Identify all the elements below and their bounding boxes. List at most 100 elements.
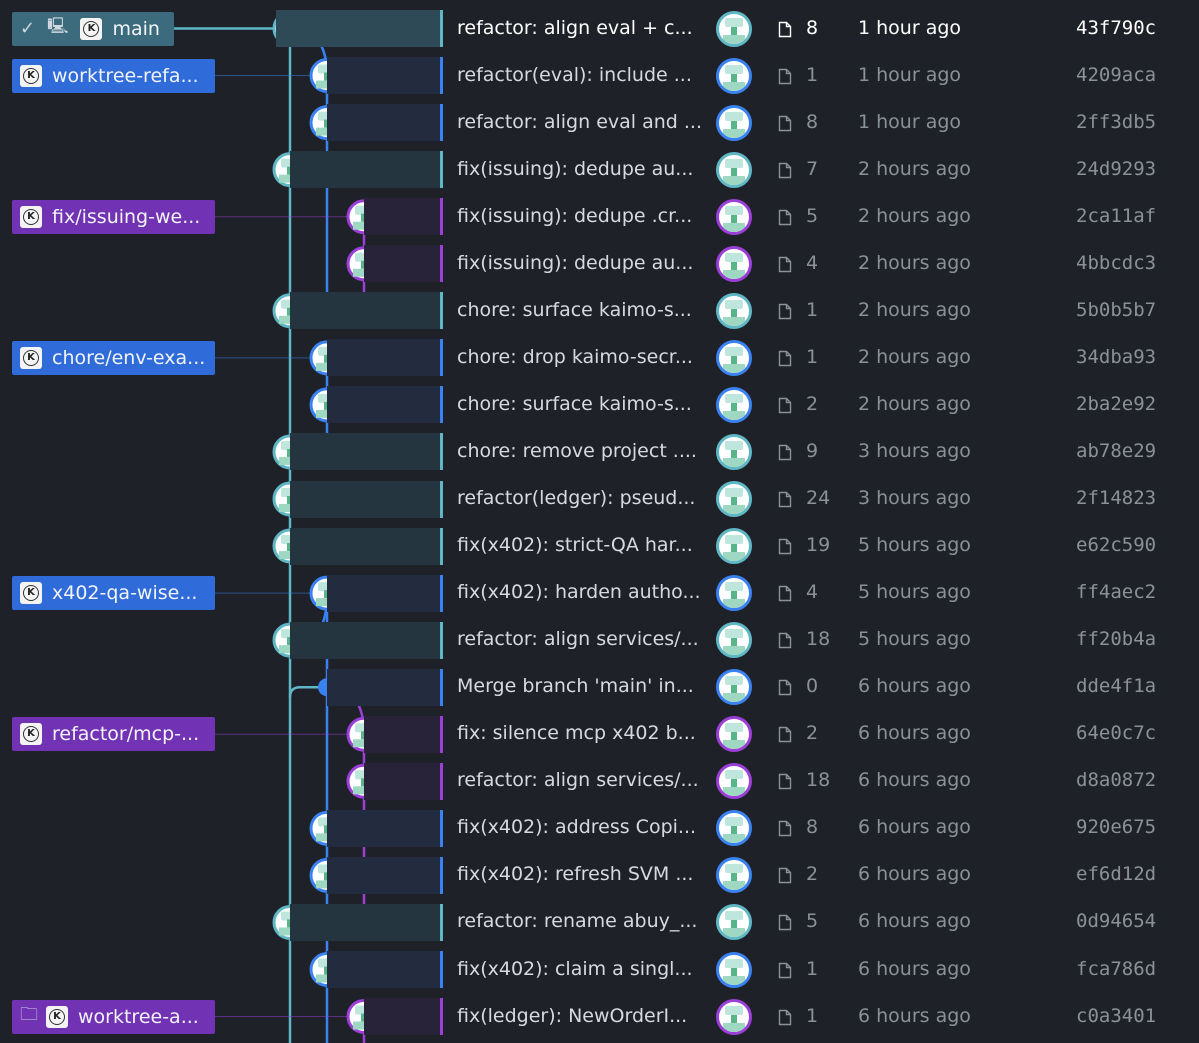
file-icon bbox=[778, 303, 792, 319]
commit-message[interactable]: fix: silence mcp x402 b... bbox=[457, 722, 696, 744]
repo-avatar-icon: K bbox=[80, 17, 103, 40]
commit-sha[interactable]: 24d9293 bbox=[1076, 158, 1156, 180]
commit-sha[interactable]: ff4aec2 bbox=[1076, 581, 1156, 603]
commit-row-color-bar bbox=[440, 668, 443, 706]
branch-label-worktree-refa[interactable]: Kworktree-refa... bbox=[12, 58, 215, 93]
commit-message[interactable]: Merge branch 'main' in... bbox=[457, 675, 694, 697]
commit-message[interactable]: fix(x402): harden autho... bbox=[457, 581, 701, 603]
worktree-icon: 🗀 bbox=[20, 1003, 38, 1025]
commit-row-background[interactable] bbox=[290, 903, 440, 941]
commit-sha[interactable]: 920e675 bbox=[1076, 816, 1156, 838]
commit-row-background[interactable] bbox=[290, 292, 440, 330]
commit-message[interactable]: chore: drop kaimo-secr... bbox=[457, 346, 693, 368]
commit-sha[interactable]: 64e0c7c bbox=[1076, 722, 1156, 744]
commit-sha[interactable]: fca786d bbox=[1076, 958, 1156, 980]
commit-row-background[interactable] bbox=[290, 527, 440, 565]
commit-message[interactable]: chore: surface kaimo-s... bbox=[457, 393, 692, 415]
branch-label-refactor-mcp[interactable]: Krefactor/mcp-... bbox=[12, 717, 215, 752]
commit-sha[interactable]: c0a3401 bbox=[1076, 1005, 1156, 1027]
branch-label-fix-issuing-we[interactable]: Kfix/issuing-we... bbox=[12, 199, 215, 234]
branch-label-x402-qa-wise[interactable]: Kx402-qa-wise... bbox=[12, 576, 215, 611]
commit-row-background[interactable] bbox=[364, 715, 440, 753]
file-icon bbox=[778, 350, 792, 367]
commit-row-background[interactable] bbox=[290, 621, 440, 659]
commit-message[interactable]: fix(issuing): dedupe .cr... bbox=[457, 205, 692, 227]
commit-row-background[interactable] bbox=[327, 104, 440, 142]
file-icon bbox=[778, 821, 792, 837]
commit-time: 3 hours ago bbox=[858, 439, 971, 462]
file-icon bbox=[778, 115, 792, 131]
commit-sha[interactable]: 34dba93 bbox=[1076, 346, 1156, 368]
commit-row-background[interactable] bbox=[364, 998, 440, 1036]
changed-files-count: 7 bbox=[806, 157, 819, 180]
branch-label-chore-env-exa[interactable]: Kchore/env-exa... bbox=[12, 340, 215, 375]
commit-row-color-bar bbox=[440, 386, 443, 424]
changed-files-count: 1 bbox=[806, 1004, 819, 1027]
commit-sha[interactable]: 2ba2e92 bbox=[1076, 393, 1156, 415]
author-avatar bbox=[716, 528, 752, 565]
commit-sha[interactable]: dde4f1a bbox=[1076, 675, 1156, 697]
file-icon bbox=[778, 209, 792, 225]
commit-sha[interactable]: e62c590 bbox=[1076, 534, 1156, 556]
commit-time: 5 hours ago bbox=[858, 581, 971, 604]
commit-message[interactable]: fix(x402): strict-QA har... bbox=[457, 534, 693, 556]
commit-message[interactable]: fix(x402): address Copi... bbox=[457, 816, 696, 838]
commit-message[interactable]: refactor: align eval + c... bbox=[457, 17, 693, 39]
changed-files-count: 2 bbox=[806, 863, 819, 886]
commit-sha[interactable]: ef6d12d bbox=[1076, 863, 1156, 885]
commit-message[interactable]: fix(x402): refresh SVM ... bbox=[457, 863, 693, 885]
commit-row-background[interactable] bbox=[364, 198, 440, 236]
commit-sha[interactable]: 0d94654 bbox=[1076, 910, 1156, 932]
author-avatar bbox=[716, 198, 752, 235]
commit-message[interactable]: chore: remove project .... bbox=[457, 440, 697, 462]
commit-message[interactable]: fix(issuing): dedupe au... bbox=[457, 158, 693, 180]
commit-message[interactable]: refactor(eval): include ... bbox=[457, 64, 692, 86]
commit-row-background[interactable] bbox=[327, 574, 440, 612]
commit-message[interactable]: refactor: rename abuy_... bbox=[457, 910, 697, 932]
commit-row-background[interactable] bbox=[364, 762, 440, 800]
commit-message[interactable]: chore: surface kaimo-s... bbox=[457, 299, 692, 321]
commit-row-background[interactable] bbox=[290, 480, 440, 518]
commit-row-background[interactable] bbox=[364, 245, 440, 283]
branch-label-main[interactable]: ✓ 🖳 Kmain bbox=[12, 11, 174, 46]
commit-message[interactable]: fix(ledger): NewOrderI... bbox=[457, 1005, 687, 1027]
commit-row-color-bar bbox=[440, 809, 443, 847]
commit-row-background[interactable] bbox=[290, 151, 440, 189]
commit-sha[interactable]: d8a0872 bbox=[1076, 769, 1156, 791]
commit-sha[interactable]: ff20b4a bbox=[1076, 628, 1156, 650]
commit-row-background[interactable] bbox=[276, 10, 440, 47]
commit-row-background[interactable] bbox=[327, 951, 440, 988]
commit-message[interactable]: fix(x402): claim a singl... bbox=[457, 958, 693, 980]
commit-row-background[interactable] bbox=[327, 339, 440, 377]
commit-message[interactable]: fix(issuing): dedupe au... bbox=[457, 252, 693, 274]
commit-message[interactable]: refactor: align services/... bbox=[457, 628, 699, 650]
file-icon bbox=[778, 397, 792, 414]
commit-message[interactable]: refactor: align services/... bbox=[457, 769, 699, 791]
commit-sha[interactable]: 43f790c bbox=[1076, 17, 1156, 39]
file-icon bbox=[778, 915, 792, 931]
file-icon bbox=[778, 256, 792, 272]
commit-sha[interactable]: 4209aca bbox=[1076, 64, 1156, 86]
commit-row-background[interactable] bbox=[290, 433, 440, 471]
commit-row-background[interactable] bbox=[327, 856, 440, 894]
commit-sha[interactable]: ab78e29 bbox=[1076, 440, 1156, 462]
commit-sha[interactable]: 2f14823 bbox=[1076, 487, 1156, 509]
commit-sha[interactable]: 2ca11af bbox=[1076, 205, 1156, 227]
commit-sha[interactable]: 4bbcdc3 bbox=[1076, 252, 1156, 274]
commit-row-background[interactable] bbox=[327, 668, 440, 706]
commit-message[interactable]: refactor(ledger): pseud... bbox=[457, 487, 695, 509]
file-icon bbox=[778, 585, 792, 602]
commit-message[interactable]: refactor: align eval and ... bbox=[457, 111, 702, 133]
changed-files-count: 9 bbox=[806, 439, 819, 462]
commit-sha[interactable]: 2ff3db5 bbox=[1076, 111, 1156, 133]
commit-row-background[interactable] bbox=[327, 57, 440, 95]
commit-row-color-bar bbox=[440, 10, 443, 47]
commit-row-background[interactable] bbox=[327, 809, 440, 847]
branch-label-worktree-a[interactable]: 🗀 Kworktree-a... bbox=[12, 999, 215, 1034]
commit-row-background[interactable] bbox=[327, 386, 440, 424]
commit-row-color-bar bbox=[440, 57, 443, 95]
repo-avatar-icon: K bbox=[20, 64, 42, 87]
branch-name: x402-qa-wise... bbox=[52, 582, 198, 605]
commit-sha[interactable]: 5b0b5b7 bbox=[1076, 299, 1156, 321]
file-icon bbox=[778, 727, 792, 743]
